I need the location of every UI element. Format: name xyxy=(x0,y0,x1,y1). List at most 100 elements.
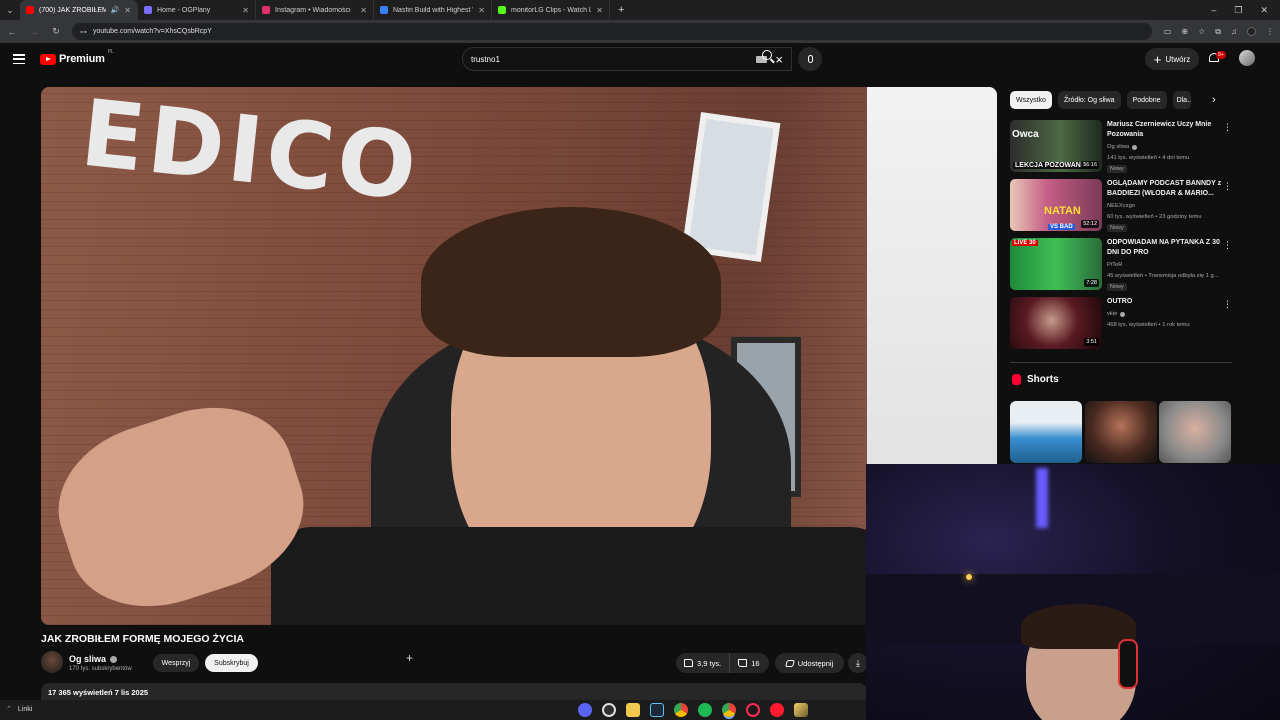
new-badge: Nowy xyxy=(1107,224,1127,232)
video-thumbnail[interactable]: NATAN VS BAD 52:12 xyxy=(1010,179,1102,231)
voice-search-button[interactable] xyxy=(798,47,822,71)
bookmark-star-icon[interactable]: ☆ xyxy=(1198,27,1205,37)
video-thumbnail[interactable]: LIVE 30 7:28 xyxy=(1010,238,1102,290)
thumbs-down-icon xyxy=(738,659,748,667)
thumbs-up-icon xyxy=(684,659,693,667)
chip-similar[interactable]: Podobne xyxy=(1126,91,1167,109)
menu-icon[interactable] xyxy=(13,54,25,64)
search-button[interactable] xyxy=(762,50,772,60)
taskbar-links[interactable]: ⌃ Linki xyxy=(6,705,32,714)
chrome-active-icon[interactable] xyxy=(722,703,736,717)
close-window-button[interactable]: ✕ xyxy=(1260,5,1268,16)
media-icon[interactable]: ♫ xyxy=(1231,27,1237,37)
browser-menu-icon[interactable]: ⋮ xyxy=(1266,27,1274,37)
logo-region: PL xyxy=(107,49,114,55)
short-thumbnail[interactable] xyxy=(1159,401,1231,463)
steam-icon[interactable] xyxy=(650,703,664,717)
close-tab-icon[interactable]: ✕ xyxy=(596,6,603,15)
page-icon xyxy=(380,6,388,14)
discord-icon[interactable] xyxy=(578,703,592,717)
short-thumbnail[interactable] xyxy=(1010,401,1082,463)
extensions-icon[interactable]: ⧉ xyxy=(1215,27,1221,37)
shorts-heading: Shorts xyxy=(1012,374,1059,385)
spotify-icon[interactable] xyxy=(698,703,712,717)
avatar[interactable] xyxy=(1239,50,1255,66)
app-icon[interactable] xyxy=(794,703,808,717)
channel-avatar[interactable] xyxy=(41,651,63,673)
chevron-right-icon[interactable]: › xyxy=(1212,94,1216,106)
more-options-icon[interactable]: ⋮ xyxy=(1223,240,1232,251)
cast-icon[interactable]: ▭ xyxy=(1164,27,1172,37)
close-tab-icon[interactable]: ✕ xyxy=(360,6,367,15)
url-field[interactable]: ⊶ youtube.com/watch?v=XhsCQsbRcpY xyxy=(72,23,1152,40)
close-tab-icon[interactable]: ✕ xyxy=(478,6,485,15)
video-player[interactable]: EDICO xyxy=(41,87,997,625)
video-thumbnail[interactable]: 3:51 xyxy=(1010,297,1102,349)
webcam-headset xyxy=(1118,639,1138,689)
chip-for-you[interactable]: Dla... xyxy=(1172,91,1191,109)
channel-text: PiTeR xyxy=(1107,262,1123,268)
file-explorer-icon[interactable] xyxy=(626,703,640,717)
channel-name[interactable]: Og sliwa xyxy=(69,654,118,664)
reload-icon[interactable]: ↻ xyxy=(50,26,62,37)
video-frame-hair xyxy=(421,207,721,357)
thumbnail-text: LEKCJA POZOWANIA xyxy=(1013,162,1090,169)
close-tab-icon[interactable]: ✕ xyxy=(242,6,249,15)
section-divider xyxy=(1010,362,1232,363)
thumbnail-text: VS BAD xyxy=(1048,224,1075,230)
search-input[interactable]: trustno1 × xyxy=(462,47,792,71)
opera-icon[interactable] xyxy=(770,703,784,717)
tab-build[interactable]: Nasfiri Build with Highest Win... ✕ xyxy=(374,0,492,20)
tab-search-icon[interactable]: ⌄ xyxy=(0,0,20,20)
recommendation-item[interactable]: NATAN VS BAD 52:12 OGLĄDAMY PODCAST BANN… xyxy=(1010,179,1232,233)
chrome-icon[interactable] xyxy=(674,703,688,717)
download-icon: ⤓ xyxy=(856,657,860,668)
logo-text: Premium xyxy=(59,53,105,65)
more-options-icon[interactable]: ⋮ xyxy=(1223,122,1232,133)
more-options-icon[interactable]: ⋮ xyxy=(1223,181,1232,192)
obs-icon[interactable] xyxy=(602,703,616,717)
recommendation-channel: Og sliwa xyxy=(1107,144,1138,150)
recommendation-meta: 141 tys. wyświetleń • 4 dni temu xyxy=(1107,155,1190,161)
back-icon[interactable]: ← xyxy=(6,27,18,37)
recommendation-item[interactable]: 3:51 OUTRO vkie 468 tys. wyświetleń • 1 … xyxy=(1010,297,1232,351)
like-button[interactable]: 3,9 tys. xyxy=(676,653,731,673)
more-options-icon[interactable]: ⋮ xyxy=(1223,299,1232,310)
share-button[interactable]: Udostępnij xyxy=(775,653,844,673)
download-button[interactable]: ⤓ xyxy=(848,653,868,673)
video-title: JAK ZROBIŁEM FORMĘ MOJEGO ŻYCIA xyxy=(41,633,245,645)
shorts-icon xyxy=(1012,374,1021,385)
youtube-logo[interactable]: Premium PL xyxy=(40,49,114,65)
taskbar-apps xyxy=(578,703,808,717)
new-badge: Nowy xyxy=(1107,165,1127,173)
recommendation-channel: PiTeR xyxy=(1107,262,1122,268)
support-button[interactable]: Wesprzyj xyxy=(153,654,199,672)
dislike-button[interactable]: 16 xyxy=(730,653,767,673)
recommendation-item[interactable]: LIVE 30 7:28 ODPOWIADAM NA PYTANKA Z 30 … xyxy=(1010,238,1232,292)
speaker-icon[interactable]: 🔊 xyxy=(111,6,120,14)
minimize-button[interactable]: – xyxy=(1211,5,1216,16)
subscribe-button[interactable]: Subskrybuj xyxy=(205,654,258,672)
profile-icon[interactable] xyxy=(1247,26,1256,36)
chip-source[interactable]: Źródło: Og sliwa xyxy=(1057,91,1121,109)
clear-search-icon[interactable]: × xyxy=(775,53,783,66)
zoom-icon[interactable]: ⊕ xyxy=(1181,27,1188,37)
chip-all[interactable]: Wszystko xyxy=(1010,91,1052,109)
ogplany-icon xyxy=(144,6,152,14)
opera-gx-icon[interactable] xyxy=(746,703,760,717)
thumbnail-text: LIVE 30 xyxy=(1012,240,1038,246)
tab-kick[interactable]: monitorLG Clips - Watch Live o... ✕ xyxy=(492,0,610,20)
forward-icon[interactable]: → xyxy=(28,27,40,37)
video-thumbnail[interactable]: Owca LEKCJA POZOWANIA 56:16 xyxy=(1010,120,1102,172)
recommendation-item[interactable]: Owca LEKCJA POZOWANIA 56:16 Mariusz Czer… xyxy=(1010,120,1232,174)
create-button[interactable]: + Utwórz xyxy=(1145,48,1199,70)
short-thumbnail[interactable] xyxy=(1085,401,1157,463)
url-text: youtube.com/watch?v=XhsCQsbRcpY xyxy=(93,28,212,35)
close-tab-icon[interactable]: ✕ xyxy=(124,6,131,15)
tab-instagram[interactable]: Instagram • Wiadomości ✕ xyxy=(256,0,374,20)
maximize-button[interactable]: ❐ xyxy=(1234,5,1242,16)
site-info-icon[interactable]: ⊶ xyxy=(80,28,87,36)
tab-youtube[interactable]: (700) JAK ZROBIŁEM FORMĘ MOJEGO ŻYCIA 🔊 … xyxy=(20,0,138,20)
new-tab-button[interactable]: + xyxy=(610,4,632,16)
tab-ogplany[interactable]: Home - OGPlany ✕ xyxy=(138,0,256,20)
